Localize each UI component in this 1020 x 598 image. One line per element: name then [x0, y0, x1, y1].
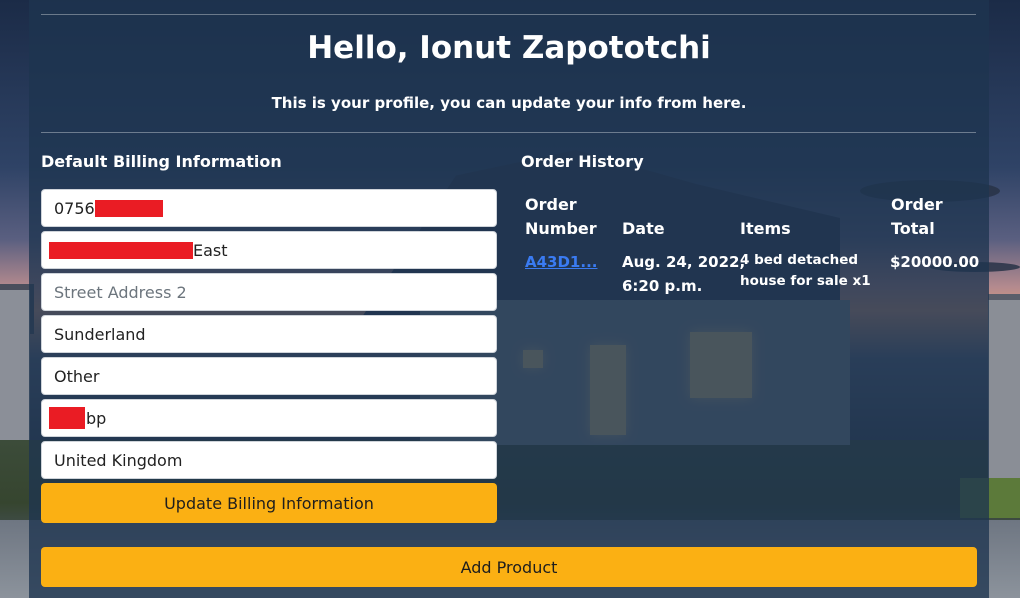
street-address-2-placeholder: Street Address 2	[54, 282, 187, 302]
redaction-mark	[94, 199, 163, 217]
order-number-cell: A43D1...	[525, 250, 597, 274]
country-value: United Kingdom	[54, 450, 183, 470]
column-header-items: Items	[740, 219, 791, 238]
region-field[interactable]: Other	[41, 357, 497, 395]
order-date-cell: Aug. 24, 2022, 6:20 p.m.	[622, 253, 746, 295]
order-history-title: Order History	[521, 152, 644, 171]
street-address-1-value: East	[193, 240, 228, 260]
city-field[interactable]: Sunderland	[41, 315, 497, 353]
street-address-1-field[interactable]: East	[41, 231, 497, 269]
street-address-2-field[interactable]: Street Address 2	[41, 273, 497, 311]
phone-field[interactable]: 0756	[41, 189, 497, 227]
column-header-order-total: Order Total	[891, 195, 943, 238]
country-field[interactable]: United Kingdom	[41, 441, 497, 479]
divider	[41, 132, 976, 133]
city-value: Sunderland	[54, 324, 146, 344]
postcode-field[interactable]: bp	[41, 399, 497, 437]
redaction-mark	[49, 241, 193, 259]
postcode-value: bp	[86, 408, 107, 428]
billing-section-title: Default Billing Information	[41, 152, 282, 171]
add-product-button[interactable]: Add Product	[41, 547, 977, 587]
page-subtitle: This is your profile, you can update you…	[271, 94, 747, 112]
divider	[41, 14, 976, 15]
update-billing-button[interactable]: Update Billing Information	[41, 483, 497, 523]
column-header-date: Date	[622, 219, 665, 238]
column-header-order-number: Order Number	[525, 195, 597, 238]
region-value: Other	[54, 366, 100, 386]
order-items-cell: 4 bed detached house for sale x1	[740, 252, 871, 289]
order-total-cell: $20000.00	[890, 253, 980, 271]
order-number-link[interactable]: A43D1...	[525, 253, 597, 271]
page-title: Hello, Ionut Zapototchi	[307, 30, 711, 66]
profile-panel: Hello, Ionut Zapototchi This is your pro…	[29, 0, 989, 598]
redaction-mark	[49, 407, 85, 429]
phone-value: 0756	[54, 198, 95, 218]
